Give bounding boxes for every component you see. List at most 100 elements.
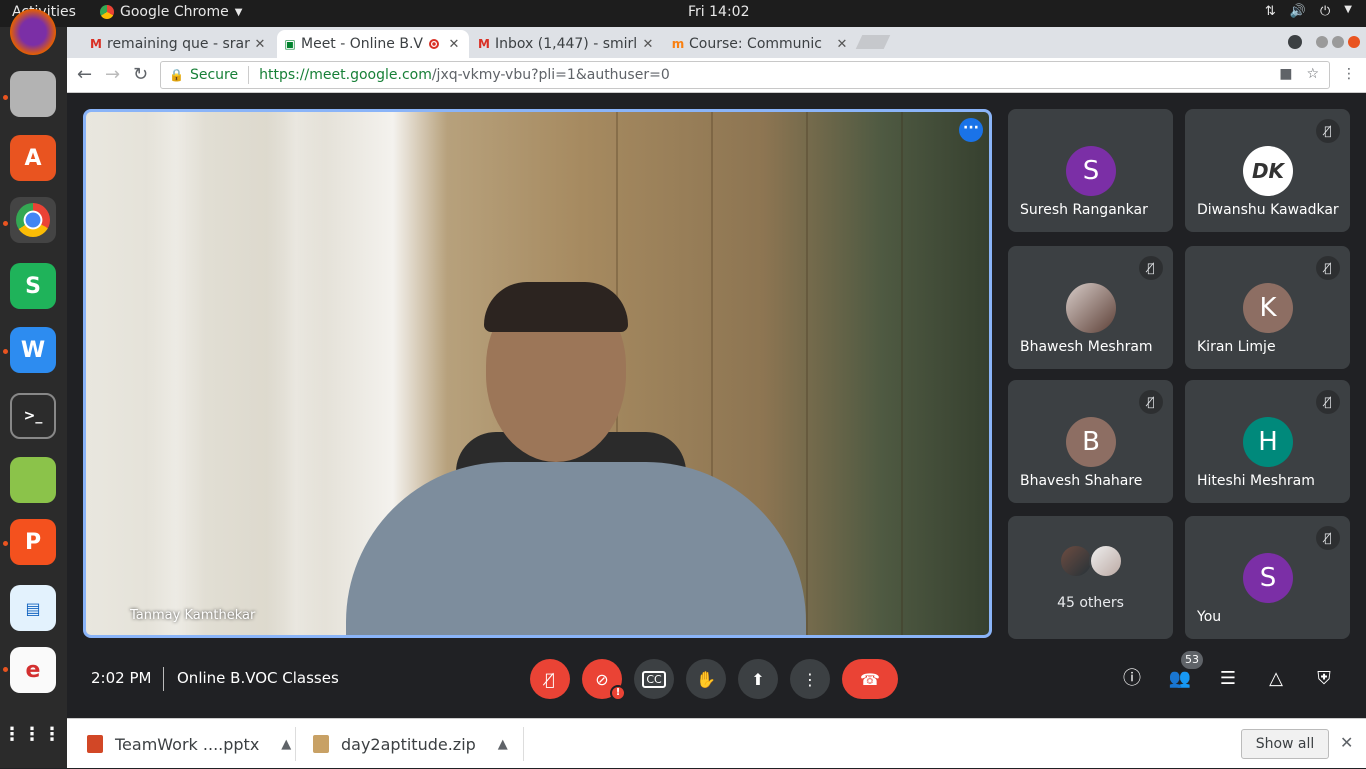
close-window-button[interactable]: [1348, 36, 1360, 48]
show-all-button[interactable]: Show all: [1241, 729, 1329, 759]
tab-meet[interactable]: ▣ Meet - Online B.V ✕: [277, 30, 469, 58]
camera-off-icon: ⊘: [595, 669, 609, 689]
app-menu-label: Google Chrome: [120, 4, 229, 20]
meet-call: ··· Tanmay Kamthekar S Suresh Rangankar …: [67, 93, 1366, 718]
chrome-menu-icon[interactable]: ⋮: [1342, 66, 1356, 82]
chrome-dock-icon[interactable]: [10, 197, 56, 243]
moodle-icon: m: [671, 37, 685, 51]
main-video-tile[interactable]: ··· Tanmay Kamthekar: [83, 109, 992, 638]
chevron-up-icon[interactable]: ▲: [281, 737, 291, 752]
tab-inbox[interactable]: M Inbox (1,447) - smirl ✕: [471, 30, 663, 58]
back-arrow-icon[interactable]: ←: [77, 64, 92, 85]
mic-off-icon: 🎙̸: [1316, 119, 1340, 143]
avatar: B: [1066, 417, 1116, 467]
others-tile[interactable]: 45 others: [1008, 516, 1173, 639]
download-shelf: TeamWork ....pptx ▲ day2aptitude.zip ▲ S…: [67, 718, 1366, 768]
pptx-file-icon: [87, 735, 103, 753]
wps-spreadsheet-icon[interactable]: S: [10, 263, 56, 309]
chevron-down-icon: ▼: [234, 6, 243, 18]
new-tab-button[interactable]: [855, 35, 891, 49]
running-indicator: [3, 541, 8, 546]
system-top-bar: Activities Google Chrome ▼ Fri 14:02 ⇅ 🔊…: [0, 0, 1366, 27]
image-viewer-icon[interactable]: [10, 457, 56, 503]
participant-tile[interactable]: 🎙̸ Bhawesh Meshram: [1008, 246, 1173, 369]
download-item[interactable]: day2aptitude.zip ▲: [313, 719, 508, 769]
avatar: [1089, 544, 1123, 578]
close-icon[interactable]: ✕: [447, 37, 461, 52]
participant-tile[interactable]: 🎙̸ DK Diwanshu Kawadkar: [1185, 109, 1350, 232]
leave-call-button[interactable]: ☎: [842, 659, 898, 699]
hangup-icon: ☎: [860, 669, 880, 689]
host-controls-button[interactable]: ⛨: [1310, 665, 1338, 693]
participant-tile[interactable]: S Suresh Rangankar: [1008, 109, 1173, 232]
captions-button[interactable]: CC: [634, 659, 674, 699]
profile-icon[interactable]: [1288, 35, 1302, 49]
self-tile[interactable]: 🎙̸ S You: [1185, 516, 1350, 639]
divider: [295, 727, 296, 761]
zip-file-icon: [313, 735, 329, 753]
clock[interactable]: Fri 14:02: [688, 4, 749, 20]
tab-strip: M remaining que - srar ✕ ▣ Meet - Online…: [67, 27, 1366, 58]
forward-arrow-icon[interactable]: →: [105, 64, 120, 85]
wps-presentation-icon[interactable]: P: [10, 519, 56, 565]
participant-tile[interactable]: 🎙̸ H Hiteshi Meshram: [1185, 380, 1350, 503]
people-button[interactable]: 👥: [1166, 665, 1194, 693]
tab-remaining-que[interactable]: M remaining que - srar ✕: [83, 30, 275, 58]
shield-lock-icon: ⛨: [1317, 668, 1331, 689]
files-icon[interactable]: [10, 71, 56, 117]
address-bar[interactable]: 🔒 Secure https://meet.google.com /jxq-vk…: [160, 61, 1330, 89]
video-content: [901, 112, 903, 635]
divider: [523, 727, 524, 761]
chevron-up-icon[interactable]: ▲: [498, 737, 508, 752]
close-icon[interactable]: ✕: [641, 37, 655, 52]
terminal-icon[interactable]: >_: [10, 393, 56, 439]
participant-count-badge: 53: [1181, 651, 1203, 669]
presenter-name: Tanmay Kamthekar: [130, 608, 256, 623]
close-icon[interactable]: ✕: [1340, 733, 1353, 752]
info-icon: ⓘ: [1123, 668, 1141, 689]
power-icon: ⏻: [1320, 4, 1331, 19]
system-tray[interactable]: ⇅ 🔊 ⏻ ▼: [1265, 4, 1352, 19]
microphone-toggle-button[interactable]: 🎙̸: [530, 659, 570, 699]
raise-hand-button[interactable]: ✋: [686, 659, 726, 699]
close-icon[interactable]: ✕: [835, 37, 849, 52]
avatar: S: [1243, 553, 1293, 603]
minimize-button[interactable]: [1316, 36, 1328, 48]
url-path: /jxq-vkmy-vbu?pli=1&authuser=0: [431, 67, 670, 83]
reload-icon[interactable]: ↻: [133, 64, 148, 85]
chat-button[interactable]: ☰: [1214, 665, 1242, 693]
hand-icon: ✋: [696, 669, 716, 689]
activities-button[interactable]: △: [1262, 665, 1290, 693]
participant-tile[interactable]: 🎙̸ K Kiran Limje: [1185, 246, 1350, 369]
tab-course[interactable]: m Course: Communic ✕: [665, 30, 857, 58]
participant-name: Hiteshi Meshram: [1197, 473, 1315, 489]
app-menu[interactable]: Google Chrome ▼: [100, 4, 242, 20]
present-screen-button[interactable]: ⬆: [738, 659, 778, 699]
participant-name: Bhavesh Shahare: [1020, 473, 1143, 489]
star-icon[interactable]: ☆: [1306, 66, 1319, 82]
participant-name: Diwanshu Kawadkar: [1197, 202, 1339, 218]
camera-icon[interactable]: ■: [1279, 66, 1292, 82]
url-host: https://meet.google.com: [259, 67, 432, 83]
omnibox-actions: ■ ☆: [1279, 66, 1319, 82]
download-item[interactable]: TeamWork ....pptx ▲: [87, 719, 291, 769]
close-icon[interactable]: ✕: [253, 37, 267, 52]
more-options-button[interactable]: ⋮: [790, 659, 830, 699]
more-options-icon[interactable]: ···: [959, 118, 983, 142]
mic-off-icon: 🎙̸: [1316, 526, 1340, 550]
tab-label: Course: Communic: [689, 36, 822, 52]
app-grid-icon[interactable]: ⋮⋮⋮: [3, 711, 61, 757]
maximize-button[interactable]: [1332, 36, 1344, 48]
firefox-icon[interactable]: [10, 9, 56, 55]
camera-toggle-button[interactable]: ⊘ !: [582, 659, 626, 701]
gmail-icon: M: [478, 37, 490, 51]
video-content: [146, 112, 206, 635]
mic-off-icon: 🎙̸: [545, 669, 555, 689]
software-center-icon[interactable]: A: [10, 135, 56, 181]
others-label: 45 others: [1057, 595, 1124, 611]
participant-tile[interactable]: 🎙̸ B Bhavesh Shahare: [1008, 380, 1173, 503]
wps-writer-icon[interactable]: W: [10, 327, 56, 373]
meeting-details-button[interactable]: ⓘ: [1118, 665, 1146, 693]
document-viewer-icon[interactable]: ▤: [10, 585, 56, 631]
pdf-app-icon[interactable]: e: [10, 647, 56, 693]
